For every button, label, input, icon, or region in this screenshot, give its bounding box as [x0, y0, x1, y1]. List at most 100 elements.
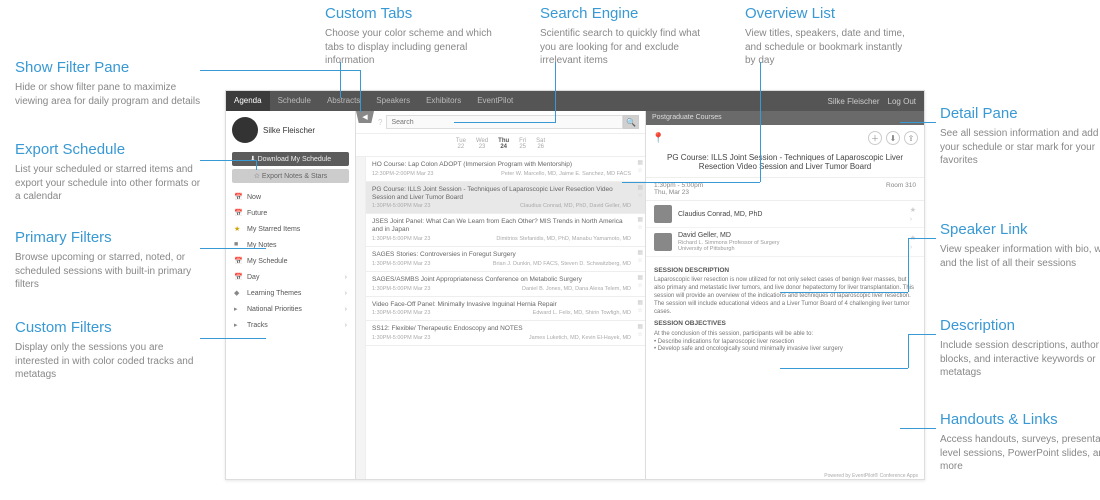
calendar-icon[interactable]: ▦ — [637, 159, 643, 166]
filter-day[interactable]: 📅Day› — [226, 269, 355, 285]
filter-learning-themes[interactable]: ◆ Learning Themes › — [226, 285, 355, 301]
filter-pane: Silke Fleischer ⬇ Download My Schedule ☆… — [226, 111, 356, 479]
day-wed[interactable]: Wed23 — [476, 138, 488, 150]
filter-icon: 📅 — [234, 193, 242, 201]
app-window: AgendaScheduleAbstractsSpeakersExhibitor… — [225, 90, 925, 480]
avatar — [232, 117, 258, 143]
filter-icon: 📅 — [234, 273, 242, 281]
tab-eventpilot[interactable]: EventPilot — [469, 91, 521, 111]
day-tue[interactable]: Tue22 — [456, 138, 466, 150]
search-icon: 🔍 — [626, 118, 636, 127]
session-row[interactable]: Video Face-Off Panel: Minimally Invasive… — [366, 297, 645, 322]
obj-item: • Describe indications for laparoscopic … — [654, 339, 916, 347]
row-title: Video Face-Off Panel: Minimally Invasive… — [372, 301, 631, 309]
download-schedule-button[interactable]: ⬇ Download My Schedule — [232, 152, 349, 166]
annot-body: Display only the sessions you are intere… — [15, 341, 205, 382]
session-date: Thu, Mar 23 — [654, 189, 703, 196]
star-icon[interactable]: ☆ — [637, 192, 643, 199]
annot-body: Include session descriptions, author blo… — [940, 339, 1100, 380]
star-icon[interactable]: ☆ — [637, 224, 643, 231]
tab-agenda[interactable]: Agenda — [226, 91, 270, 111]
annot-body: Access handouts, surveys, presentation l… — [940, 433, 1100, 474]
add-button[interactable]: ＋ — [868, 131, 882, 145]
annot-title: Overview List — [745, 4, 915, 24]
tab-exhibitors[interactable]: Exhibitors — [418, 91, 469, 111]
export-notes-button[interactable]: ☆ Export Notes & Stars — [232, 169, 349, 183]
day-thu[interactable]: Thu24 — [498, 138, 509, 150]
collapse-filter-button[interactable]: ◀ — [356, 111, 374, 123]
row-title: SS12: Flexible/ Therapeutic Endoscopy an… — [372, 325, 631, 333]
session-row[interactable]: SAGES/ASMBS Joint Appropriateness Confer… — [366, 272, 645, 297]
star-icon[interactable]: ☆ — [637, 257, 643, 264]
filter-label: Tracks — [247, 322, 268, 329]
row-title: PG Course: ILLS Joint Session - Techniqu… — [372, 186, 631, 202]
session-row[interactable]: JSES Joint Panel: What Can We Learn from… — [366, 214, 645, 247]
tab-speakers[interactable]: Speakers — [368, 91, 418, 111]
calendar-icon[interactable]: ▦ — [637, 216, 643, 223]
search-button[interactable]: 🔍 — [623, 115, 639, 129]
filter-tracks[interactable]: ▸Tracks› — [226, 317, 355, 333]
row-speakers: Brian J. Dunkin, MD FACS, Steven D. Schw… — [493, 261, 631, 267]
annot-body: List your scheduled or starred items and… — [15, 163, 205, 204]
filter-icon: ▸ — [234, 305, 242, 313]
filter-future[interactable]: 📅Future — [226, 205, 355, 221]
location-icon[interactable]: 📍 — [652, 133, 664, 144]
session-row[interactable]: SAGES Stories: Controversies in Foregut … — [366, 247, 645, 272]
chevron-right-icon: › — [345, 322, 347, 329]
filter-icon: 📅 — [234, 257, 242, 265]
annot-body: Browse upcoming or starred, noted, or sc… — [15, 251, 205, 292]
breadcrumb: Postgraduate Courses — [646, 111, 924, 125]
star-icon[interactable]: ☆ — [637, 307, 643, 314]
session-title: PG Course: ILLS Joint Session - Techniqu… — [646, 151, 924, 177]
obj-heading: SESSION OBJECTIVES — [654, 320, 916, 328]
filter-label: Learning Themes — [247, 290, 301, 297]
filter-my-starred-items[interactable]: ★My Starred Items — [226, 221, 355, 237]
calendar-icon[interactable]: ▦ — [637, 299, 643, 306]
download-button[interactable]: ⬇ — [886, 131, 900, 145]
calendar-icon[interactable]: ▦ — [637, 323, 643, 330]
obj-item: • Develop safe and oncologically sound m… — [654, 346, 916, 354]
session-row[interactable]: HO Course: Lap Colon ADOPT (Immersion Pr… — [366, 157, 645, 182]
filter-label: Now — [247, 194, 261, 201]
calendar-icon[interactable]: ▦ — [637, 184, 643, 191]
speaker-link[interactable]: Claudius Conrad, MD, PhD★› — [646, 201, 924, 228]
logout-link[interactable]: Log Out — [888, 97, 916, 106]
day-sat[interactable]: Sat26 — [536, 138, 545, 150]
obj-intro: At the conclusion of this session, parti… — [654, 331, 916, 339]
annot-body: View titles, speakers, date and time, an… — [745, 27, 915, 68]
tab-schedule[interactable]: Schedule — [270, 91, 319, 111]
star-icon[interactable]: ☆ — [637, 167, 643, 174]
filter-my-schedule[interactable]: 📅My Schedule — [226, 253, 355, 269]
calendar-icon[interactable]: ▦ — [637, 249, 643, 256]
day-fri[interactable]: Fri25 — [519, 138, 526, 150]
speaker-link[interactable]: David Geller, MDRichard L. Simmons Profe… — [646, 228, 924, 257]
filter-my-notes[interactable]: ■My Notes — [226, 237, 355, 253]
filter-now[interactable]: 📅 Now — [226, 189, 355, 205]
annot-title: Custom Tabs — [325, 4, 495, 24]
star-icon[interactable]: ★ — [910, 206, 916, 214]
filter-label: Day — [247, 274, 259, 281]
calendar-icon[interactable]: ▦ — [637, 274, 643, 281]
annot-title: Export Schedule — [15, 140, 205, 160]
filter-national-priorities[interactable]: ▸National Priorities› — [226, 301, 355, 317]
speaker-photo — [654, 205, 672, 223]
share-button[interactable]: ⇪ — [904, 131, 918, 145]
profile-name: Silke Fleischer — [263, 126, 315, 135]
annot-title: Show Filter Pane — [15, 58, 205, 78]
star-icon[interactable]: ☆ — [637, 331, 643, 338]
session-row[interactable]: SS12: Flexible/ Therapeutic Endoscopy an… — [366, 321, 645, 346]
speaker-affiliation: Richard L. Simmons Professor of SurgeryU… — [678, 240, 779, 252]
row-speakers: James Luketich, MD, Kevin El-Hayek, MD — [529, 335, 631, 341]
detail-pane: Postgraduate Courses 📍 ＋ ⬇ ⇪ PG Course: … — [646, 111, 924, 479]
filter-icon: ◆ — [234, 289, 242, 297]
star-icon[interactable]: ☆ — [637, 282, 643, 289]
help-icon[interactable]: ? — [378, 118, 382, 127]
hour-band — [356, 157, 366, 479]
row-speakers: Claudius Conrad, MD, PhD, David Geller, … — [520, 203, 631, 209]
row-title: JSES Joint Panel: What Can We Learn from… — [372, 218, 631, 234]
user-name: Silke Fleischer — [828, 97, 880, 106]
chevron-right-icon: › — [345, 290, 347, 297]
session-row[interactable]: PG Course: ILLS Joint Session - Techniqu… — [366, 182, 645, 215]
top-tabs: AgendaScheduleAbstractsSpeakersExhibitor… — [226, 91, 924, 111]
row-time: 1:30PM-5:00PM Mar 23 — [372, 203, 430, 209]
